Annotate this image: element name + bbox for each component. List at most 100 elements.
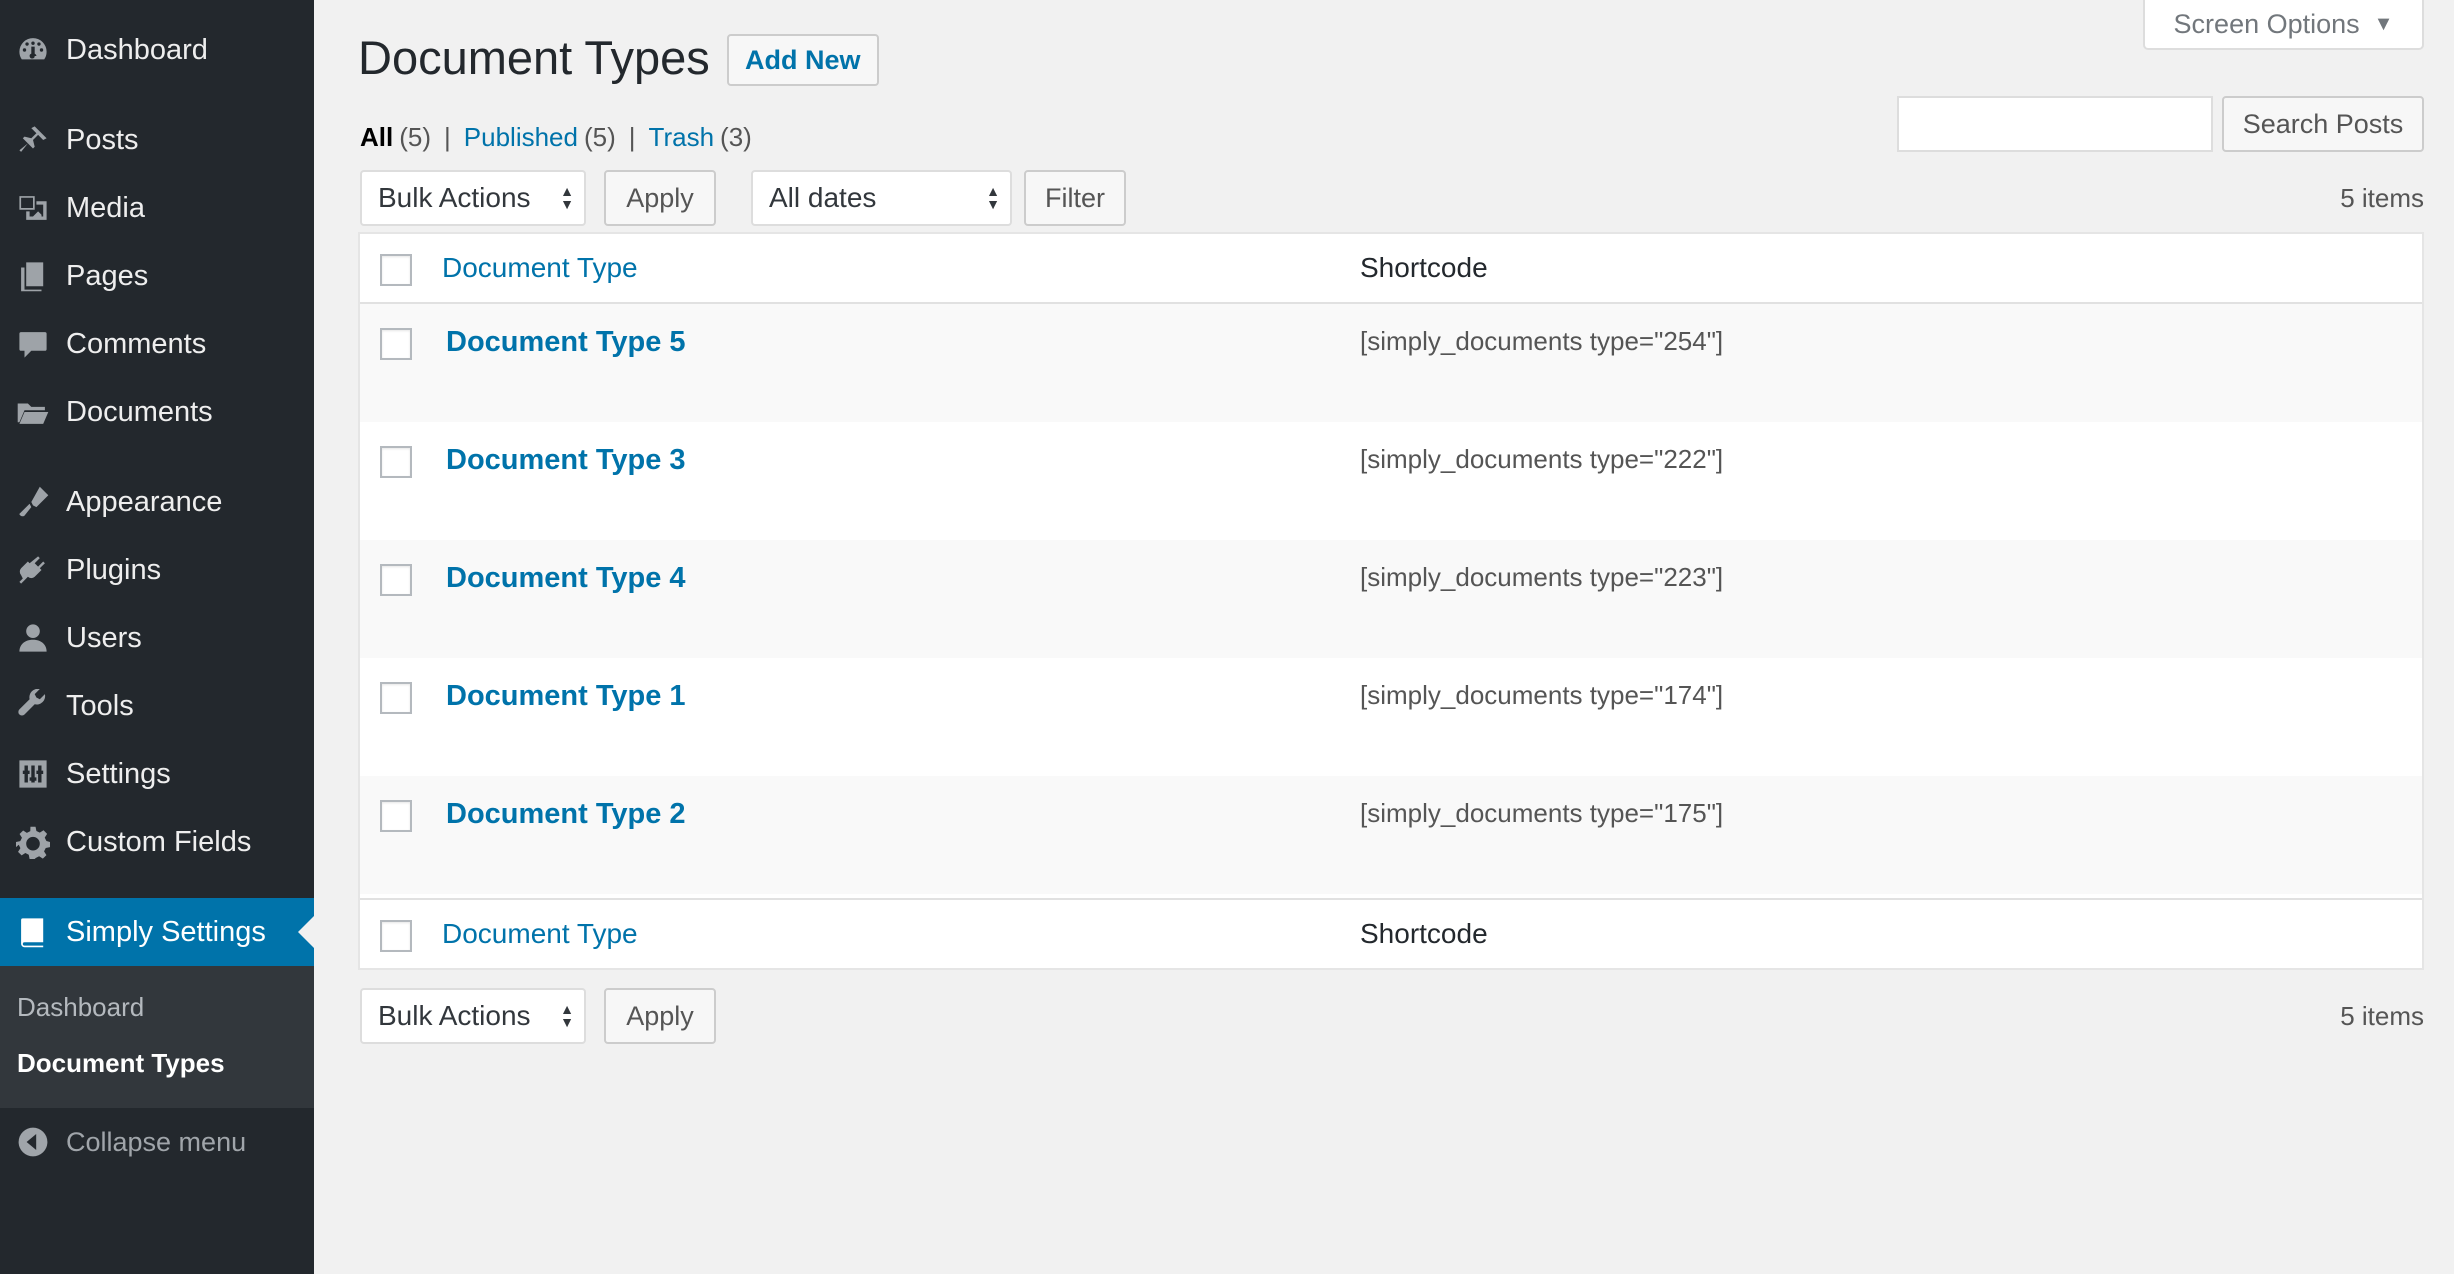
row-shortcode: [simply_documents type="222"] — [1360, 444, 1724, 474]
wrench-icon — [0, 672, 66, 740]
select-arrows-icon: ▲ ▼ — [560, 183, 574, 212]
sidebar-item-custom-fields[interactable]: Custom Fields — [0, 808, 314, 876]
table-row: Document Type 4 [simply_documents type="… — [360, 540, 2422, 658]
items-count-bottom: 5 items — [2340, 1001, 2424, 1031]
row-title-link[interactable]: Document Type 3 — [446, 444, 686, 477]
row-checkbox[interactable] — [380, 328, 412, 360]
caret-down-icon: ▼ — [2373, 12, 2394, 35]
table-row: Document Type 5 [simply_documents type="… — [360, 304, 2422, 422]
row-checkbox[interactable] — [380, 446, 412, 478]
active-menu-arrow — [298, 916, 314, 948]
column-header-document-type[interactable]: Document Type — [442, 252, 638, 284]
row-shortcode: [simply_documents type="174"] — [1360, 680, 1724, 710]
folder-icon — [0, 378, 66, 446]
admin-sidebar: Dashboard Posts Media Pages Comments Doc… — [0, 0, 314, 1274]
settings-icon — [0, 740, 66, 808]
sidebar-item-label: Documents — [66, 395, 213, 428]
book-icon — [0, 898, 66, 966]
gear-icon — [0, 808, 66, 876]
dates-select[interactable]: All dates ▲ ▼ — [751, 170, 1012, 226]
brush-icon — [0, 468, 66, 536]
add-new-button[interactable]: Add New — [727, 34, 879, 86]
collapse-menu-label: Collapse menu — [66, 1126, 247, 1157]
filter-trash-count: (3) — [720, 122, 752, 152]
select-arrows-icon: ▲ ▼ — [986, 183, 1000, 212]
row-shortcode: [simply_documents type="223"] — [1360, 562, 1724, 592]
row-title-link[interactable]: Document Type 1 — [446, 680, 686, 713]
apply-button-bottom[interactable]: Apply — [604, 988, 716, 1044]
table-header: Document Type Shortcode — [360, 234, 2422, 304]
page-title: Document Types — [358, 31, 710, 84]
plug-icon — [0, 536, 66, 604]
screen-options-label: Screen Options — [2173, 8, 2360, 39]
sidebar-item-dashboard[interactable]: Dashboard — [0, 16, 314, 84]
table-footer: Document Type Shortcode — [360, 898, 2422, 968]
sidebar-item-simply-settings[interactable]: Simply Settings — [0, 898, 314, 966]
collapse-arrow-icon — [0, 1126, 66, 1158]
sidebar-item-comments[interactable]: Comments — [0, 310, 314, 378]
bulk-actions-value: Bulk Actions — [378, 1000, 531, 1031]
row-shortcode: [simply_documents type="254"] — [1360, 326, 1724, 356]
sidebar-item-tools[interactable]: Tools — [0, 672, 314, 740]
filter-all[interactable]: All — [360, 122, 393, 153]
document-types-table: Document Type Shortcode Document Type 5 … — [358, 232, 2424, 970]
sidebar-item-label: Comments — [66, 327, 207, 360]
filter-published[interactable]: Published — [464, 122, 578, 153]
filter-separator: | — [444, 122, 451, 152]
table-row: Document Type 2 [simply_documents type="… — [360, 776, 2422, 894]
apply-button[interactable]: Apply — [604, 170, 716, 226]
sidebar-item-posts[interactable]: Posts — [0, 106, 314, 174]
select-all-checkbox[interactable] — [380, 254, 412, 286]
search-input[interactable] — [1897, 96, 2213, 152]
sidebar-item-label: Appearance — [66, 485, 223, 518]
row-checkbox[interactable] — [380, 564, 412, 596]
row-checkbox[interactable] — [380, 682, 412, 714]
sidebar-item-plugins[interactable]: Plugins — [0, 536, 314, 604]
sidebar-item-label: Custom Fields — [66, 825, 252, 858]
sidebar-item-label: Pages — [66, 259, 149, 292]
collapse-menu-button[interactable]: Collapse menu — [0, 1108, 314, 1176]
search-posts-button[interactable]: Search Posts — [2222, 96, 2424, 152]
sidebar-item-pages[interactable]: Pages — [0, 242, 314, 310]
comment-icon — [0, 310, 66, 378]
sidebar-item-media[interactable]: Media — [0, 174, 314, 242]
sidebar-item-label: Dashboard — [66, 33, 208, 66]
filter-all-count: (5) — [399, 122, 432, 152]
dashboard-icon — [0, 16, 66, 84]
dates-value: All dates — [769, 182, 877, 213]
select-all-checkbox[interactable] — [380, 920, 412, 952]
sidebar-item-documents[interactable]: Documents — [0, 378, 314, 446]
sidebar-item-label: Tools — [66, 689, 134, 722]
bulk-actions-select[interactable]: Bulk Actions ▲ ▼ — [360, 170, 586, 226]
screen-options-button[interactable]: Screen Options ▼ — [2143, 0, 2424, 50]
sidebar-item-label: Media — [66, 191, 145, 224]
bulk-actions-value: Bulk Actions — [378, 182, 531, 213]
status-filters: All (5) | Published (5) | Trash (3) — [360, 122, 752, 153]
pin-icon — [0, 106, 66, 174]
submenu-item-document-types[interactable]: Document Types — [17, 1048, 225, 1079]
select-arrows-icon: ▲ ▼ — [560, 1001, 574, 1030]
table-row: Document Type 1 [simply_documents type="… — [360, 658, 2422, 776]
row-shortcode: [simply_documents type="175"] — [1360, 798, 1724, 828]
sidebar-item-label: Plugins — [66, 553, 162, 586]
row-title-link[interactable]: Document Type 5 — [446, 326, 686, 359]
column-footer-shortcode: Shortcode — [1360, 918, 1488, 949]
sidebar-item-appearance[interactable]: Appearance — [0, 468, 314, 536]
row-checkbox[interactable] — [380, 800, 412, 832]
column-footer-document-type[interactable]: Document Type — [442, 918, 638, 950]
pages-icon — [0, 242, 66, 310]
main-content: Screen Options ▼ Document Types Add New … — [314, 0, 2454, 1274]
row-title-link[interactable]: Document Type 4 — [446, 562, 686, 595]
sidebar-item-label: Simply Settings — [66, 915, 266, 948]
sidebar-item-users[interactable]: Users — [0, 604, 314, 672]
submenu-item-dashboard[interactable]: Dashboard — [17, 992, 144, 1023]
filter-button[interactable]: Filter — [1024, 170, 1126, 226]
sidebar-item-settings[interactable]: Settings — [0, 740, 314, 808]
column-header-shortcode: Shortcode — [1360, 252, 1488, 283]
filter-separator: | — [628, 122, 636, 152]
table-row: Document Type 3 [simply_documents type="… — [360, 422, 2422, 540]
row-title-link[interactable]: Document Type 2 — [446, 798, 686, 831]
media-icon — [0, 174, 66, 242]
bulk-actions-select-bottom[interactable]: Bulk Actions ▲ ▼ — [360, 988, 586, 1044]
filter-trash[interactable]: Trash — [649, 122, 715, 153]
